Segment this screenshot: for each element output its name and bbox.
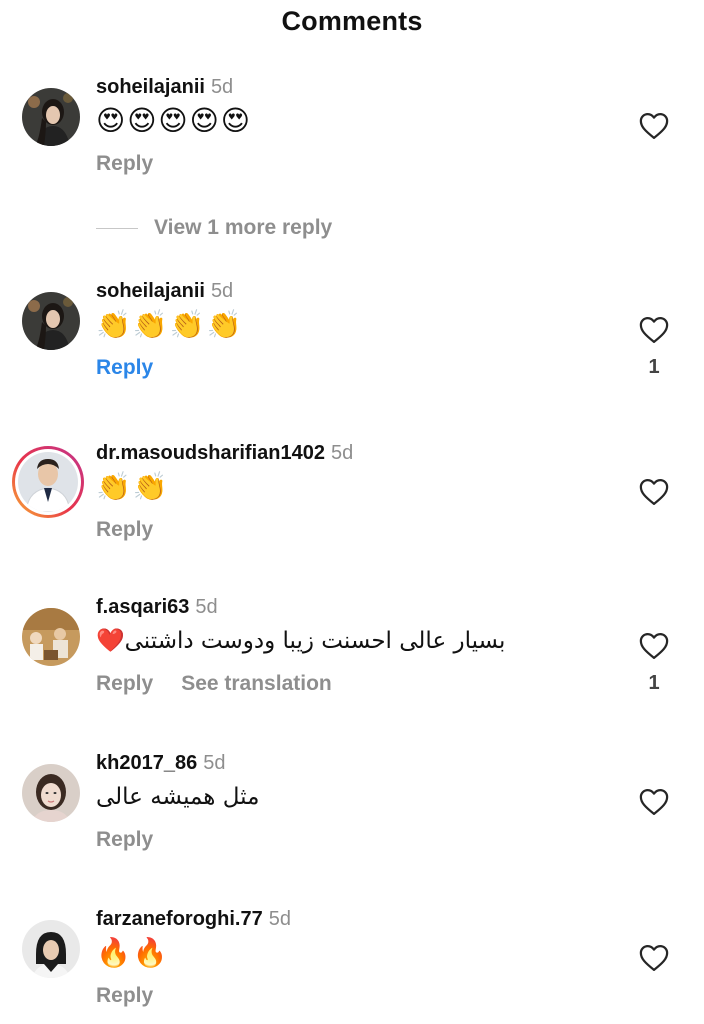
reply-button[interactable]: Reply (96, 518, 153, 541)
comment-meta: kh2017_86 5d (96, 750, 225, 776)
avatar[interactable] (22, 920, 80, 978)
comment-username[interactable]: farzaneforoghi.77 (96, 908, 263, 930)
comment-actions: Reply See translation (96, 672, 332, 696)
avatar-image (22, 88, 80, 146)
comment-meta: soheilajanii 5d (96, 74, 233, 100)
like-control: 1 (638, 632, 670, 695)
avatar[interactable] (22, 88, 80, 146)
comment-time: 5d (330, 442, 354, 464)
reply-button[interactable]: Reply (96, 828, 153, 851)
heart-outline-icon[interactable] (639, 478, 669, 506)
comment-time: 5d (268, 908, 291, 930)
comment-text: 🔥🔥 (96, 937, 170, 968)
avatar-image (22, 764, 80, 822)
comment-meta: dr.masoudsharifian1402 5d (96, 440, 353, 466)
view-more-divider (96, 227, 138, 229)
heart-outline-icon[interactable] (639, 944, 669, 972)
comment-time: 5d (210, 280, 234, 302)
reply-button[interactable]: Reply (96, 984, 153, 1007)
avatar[interactable] (12, 446, 84, 518)
reply-button[interactable]: Reply (96, 672, 153, 695)
heart-outline-icon[interactable] (639, 788, 669, 816)
comment-meta: farzaneforoghi.77 5d (96, 906, 291, 932)
avatar[interactable] (22, 764, 80, 822)
comment-time: 5d (195, 596, 218, 618)
comment-username[interactable]: f.asqari63 (96, 596, 189, 618)
reply-button[interactable]: Reply (96, 152, 153, 175)
avatar-image (18, 452, 78, 512)
comment-meta: soheilajanii 5d (96, 278, 233, 304)
comment-time: 5d (203, 752, 226, 774)
reply-button[interactable]: Reply (96, 356, 153, 379)
avatar-image (22, 920, 80, 978)
see-translation-button[interactable]: See translation (181, 672, 332, 695)
comment-actions: Reply (96, 518, 153, 542)
comment-actions: Reply (96, 356, 153, 380)
comments-screen: Comments soheilajanii 5d 😍😍😍😍😍 Reply Vie… (0, 0, 704, 1024)
comment-text: 😍😍😍😍😍 (96, 105, 252, 136)
comment-text: 👏👏👏👏 (96, 309, 244, 340)
comment-text: مثل همیشه عالی (96, 784, 260, 810)
page-title: Comments (281, 6, 423, 36)
like-count: 1 (648, 356, 660, 378)
avatar[interactable] (22, 608, 80, 666)
comments-header: Comments (0, 0, 704, 44)
comment-username[interactable]: soheilajanii (96, 280, 205, 302)
comment-text: بسیار عالی احسنت زیبا ودوست داشتنی❤️ (96, 628, 506, 654)
avatar[interactable] (22, 292, 80, 350)
like-control: 1 (638, 316, 670, 379)
heart-outline-icon[interactable] (639, 316, 669, 344)
comment-time: 5d (210, 76, 234, 98)
view-more-label: View 1 more reply (154, 216, 333, 239)
comment-username[interactable]: soheilajanii (96, 76, 205, 98)
like-count: 1 (648, 672, 660, 694)
comment-text: 👏👏 (96, 471, 170, 502)
like-control (638, 944, 670, 972)
view-more-replies-button[interactable]: View 1 more reply (96, 216, 332, 240)
avatar-image (22, 608, 80, 666)
like-control (638, 112, 670, 140)
comment-username[interactable]: kh2017_86 (96, 752, 197, 774)
comment-meta: f.asqari63 5d (96, 594, 218, 620)
heart-outline-icon[interactable] (639, 632, 669, 660)
comment-username[interactable]: dr.masoudsharifian1402 (96, 442, 325, 464)
comment-actions: Reply (96, 152, 153, 176)
comment-actions: Reply (96, 984, 153, 1008)
comment-actions: Reply (96, 828, 153, 852)
heart-outline-icon[interactable] (639, 112, 669, 140)
like-control (638, 478, 670, 506)
story-ring-gap (15, 449, 81, 515)
like-control (638, 788, 670, 816)
avatar-image (22, 292, 80, 350)
